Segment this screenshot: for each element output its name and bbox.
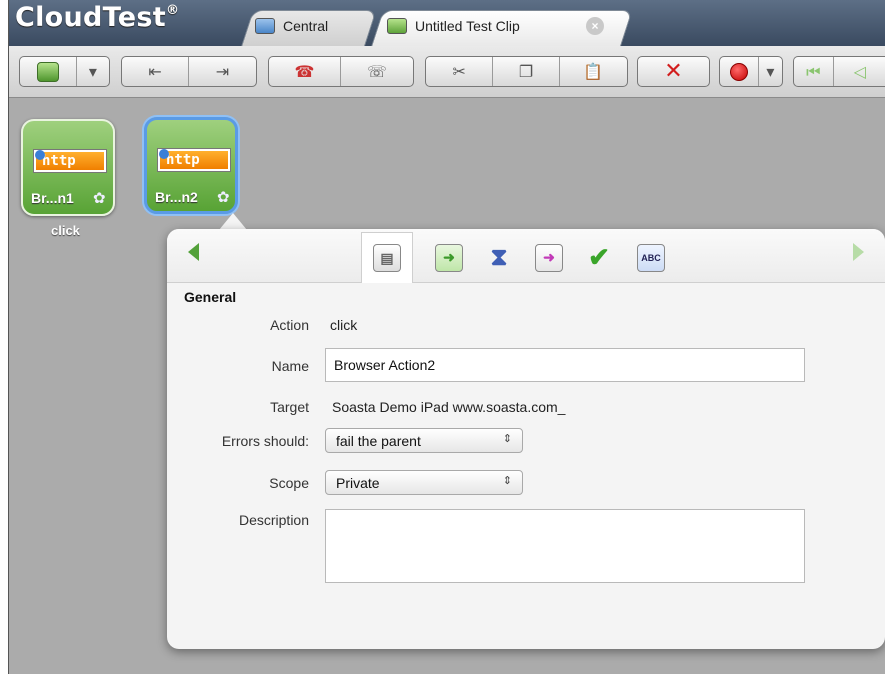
paste-icon: 📋 xyxy=(583,62,604,81)
indent-icon: ⇥ xyxy=(215,62,230,81)
errors-select[interactable]: fail the parent ⇕ xyxy=(325,428,523,453)
scope-select-value: Private xyxy=(336,475,380,491)
record-dropdown[interactable]: ▾ xyxy=(759,57,782,86)
abc-icon-text: ABC xyxy=(641,252,661,263)
phone-group: ☎ ☏ xyxy=(268,56,414,87)
target-value: Soasta Demo iPad www.soasta.com_ xyxy=(332,399,566,415)
central-icon xyxy=(255,18,275,34)
scope-field-label: Scope xyxy=(269,475,309,491)
previous-tab-icon[interactable] xyxy=(188,243,199,261)
previous-icon: ◁ xyxy=(853,62,866,81)
tab-central[interactable]: Central xyxy=(255,14,328,38)
waits-icon: ⧗ xyxy=(490,243,508,271)
outdent-button[interactable]: ⇤ xyxy=(122,57,189,86)
title-bar: CloudTest® Central Untitled Test Clip × xyxy=(9,0,885,46)
next-tab-icon[interactable] xyxy=(853,243,864,261)
copy-icon: ❐ xyxy=(518,62,534,81)
paste-button[interactable]: 📋 xyxy=(560,57,627,86)
indent-button[interactable]: ⇥ xyxy=(189,57,256,86)
properties-tab-bar: ▤ ➜ ⧗ ➜ ✔ ABC xyxy=(167,229,885,283)
globe-icon xyxy=(35,150,45,160)
phone-icon: ☏ xyxy=(366,62,387,81)
output-icon: ➜ xyxy=(535,243,563,272)
action-type-label: click xyxy=(51,223,80,238)
select-arrows-icon: ⇕ xyxy=(502,433,512,445)
clipboard-group: ✂ ❐ 📋 xyxy=(425,56,628,87)
tab-inputs[interactable]: ➜ xyxy=(423,232,475,283)
errors-field-label: Errors should: xyxy=(221,433,309,449)
action-label: Br...n1 xyxy=(31,190,74,206)
tab-central-label: Central xyxy=(283,18,329,34)
errors-select-value: fail the parent xyxy=(336,433,421,449)
action-value: click xyxy=(330,317,358,333)
add-item-button[interactable] xyxy=(20,57,77,86)
gear-icon[interactable]: ✿ xyxy=(217,188,230,206)
browser-action-2[interactable]: http Br...n2 ✿ xyxy=(144,117,238,214)
tab-outputs[interactable]: ➜ xyxy=(523,232,575,283)
section-title: General xyxy=(184,289,237,305)
first-step-button[interactable]: ⏮ xyxy=(794,57,834,86)
copy-button[interactable]: ❐ xyxy=(493,57,560,86)
chevron-down-icon: ▾ xyxy=(766,62,775,81)
validation-icon: ✔ xyxy=(588,242,610,272)
add-item-dropdown[interactable]: ▾ xyxy=(77,57,109,86)
input-icon: ➜ xyxy=(435,243,463,272)
name-field-label: Name xyxy=(271,358,309,374)
indent-group: ⇤ ⇥ xyxy=(121,56,257,87)
select-arrows-icon: ⇕ xyxy=(502,475,512,487)
name-input[interactable]: Browser Action2 xyxy=(325,348,805,382)
delete-group: ✕ xyxy=(637,56,710,87)
disconnect-button[interactable]: ☎ xyxy=(269,57,341,86)
skip-first-icon: ⏮ xyxy=(806,61,821,81)
action-label: Br...n2 xyxy=(155,189,198,205)
playback-group: ⏮ ◁ xyxy=(793,56,885,87)
connect-button[interactable]: ☏ xyxy=(341,57,413,86)
browser-action-1[interactable]: http Br...n1 ✿ xyxy=(21,119,115,216)
outdent-icon: ⇤ xyxy=(148,62,162,81)
delete-icon: ✕ xyxy=(664,59,683,84)
record-group: ▾ xyxy=(719,56,783,87)
scope-select[interactable]: Private ⇕ xyxy=(325,470,523,495)
app-window: CloudTest® Central Untitled Test Clip × … xyxy=(8,0,885,674)
cut-button[interactable]: ✂ xyxy=(426,57,494,86)
toolbar: ▾ ⇤ ⇥ ☎ ☏ ✂ ❐ 📋 ✕ ▾ ⏮ ◁ xyxy=(9,46,885,98)
properties-panel: ▤ ➜ ⧗ ➜ ✔ ABC General Action click Name … xyxy=(167,229,885,649)
tab-test-clip-label: Untitled Test Clip xyxy=(415,18,520,34)
tab-abc[interactable]: ABC xyxy=(625,232,677,283)
delete-button[interactable]: ✕ xyxy=(638,57,709,86)
record-button[interactable] xyxy=(720,57,759,86)
general-properties-icon: ▤ xyxy=(373,244,401,272)
gear-icon[interactable]: ✿ xyxy=(93,189,106,207)
description-field-label: Description xyxy=(238,512,309,528)
chevron-down-icon: ▾ xyxy=(88,62,97,81)
add-item-group: ▾ xyxy=(19,56,110,87)
http-badge: http xyxy=(33,149,107,173)
add-item-icon xyxy=(36,61,59,82)
tab-test-clip[interactable]: Untitled Test Clip xyxy=(387,14,520,38)
action-field-label: Action xyxy=(270,317,309,333)
cut-icon: ✂ xyxy=(452,62,466,81)
abc-properties-icon: ABC xyxy=(637,243,665,272)
previous-step-button[interactable]: ◁ xyxy=(834,57,885,86)
panel-pointer xyxy=(219,213,247,230)
http-badge: http xyxy=(157,148,231,172)
description-textarea[interactable] xyxy=(325,509,805,583)
target-field-label: Target xyxy=(270,399,309,415)
close-tab-icon[interactable]: × xyxy=(586,17,604,35)
tab-waits[interactable]: ⧗ xyxy=(473,232,525,283)
tab-validations[interactable]: ✔ xyxy=(573,232,625,283)
phone-hangup-icon: ☎ xyxy=(294,62,315,81)
tab-general[interactable]: ▤ xyxy=(361,232,413,283)
app-logo: CloudTest® xyxy=(15,2,180,33)
record-icon xyxy=(729,62,748,81)
test-clip-icon xyxy=(387,18,407,34)
globe-icon xyxy=(159,149,169,159)
